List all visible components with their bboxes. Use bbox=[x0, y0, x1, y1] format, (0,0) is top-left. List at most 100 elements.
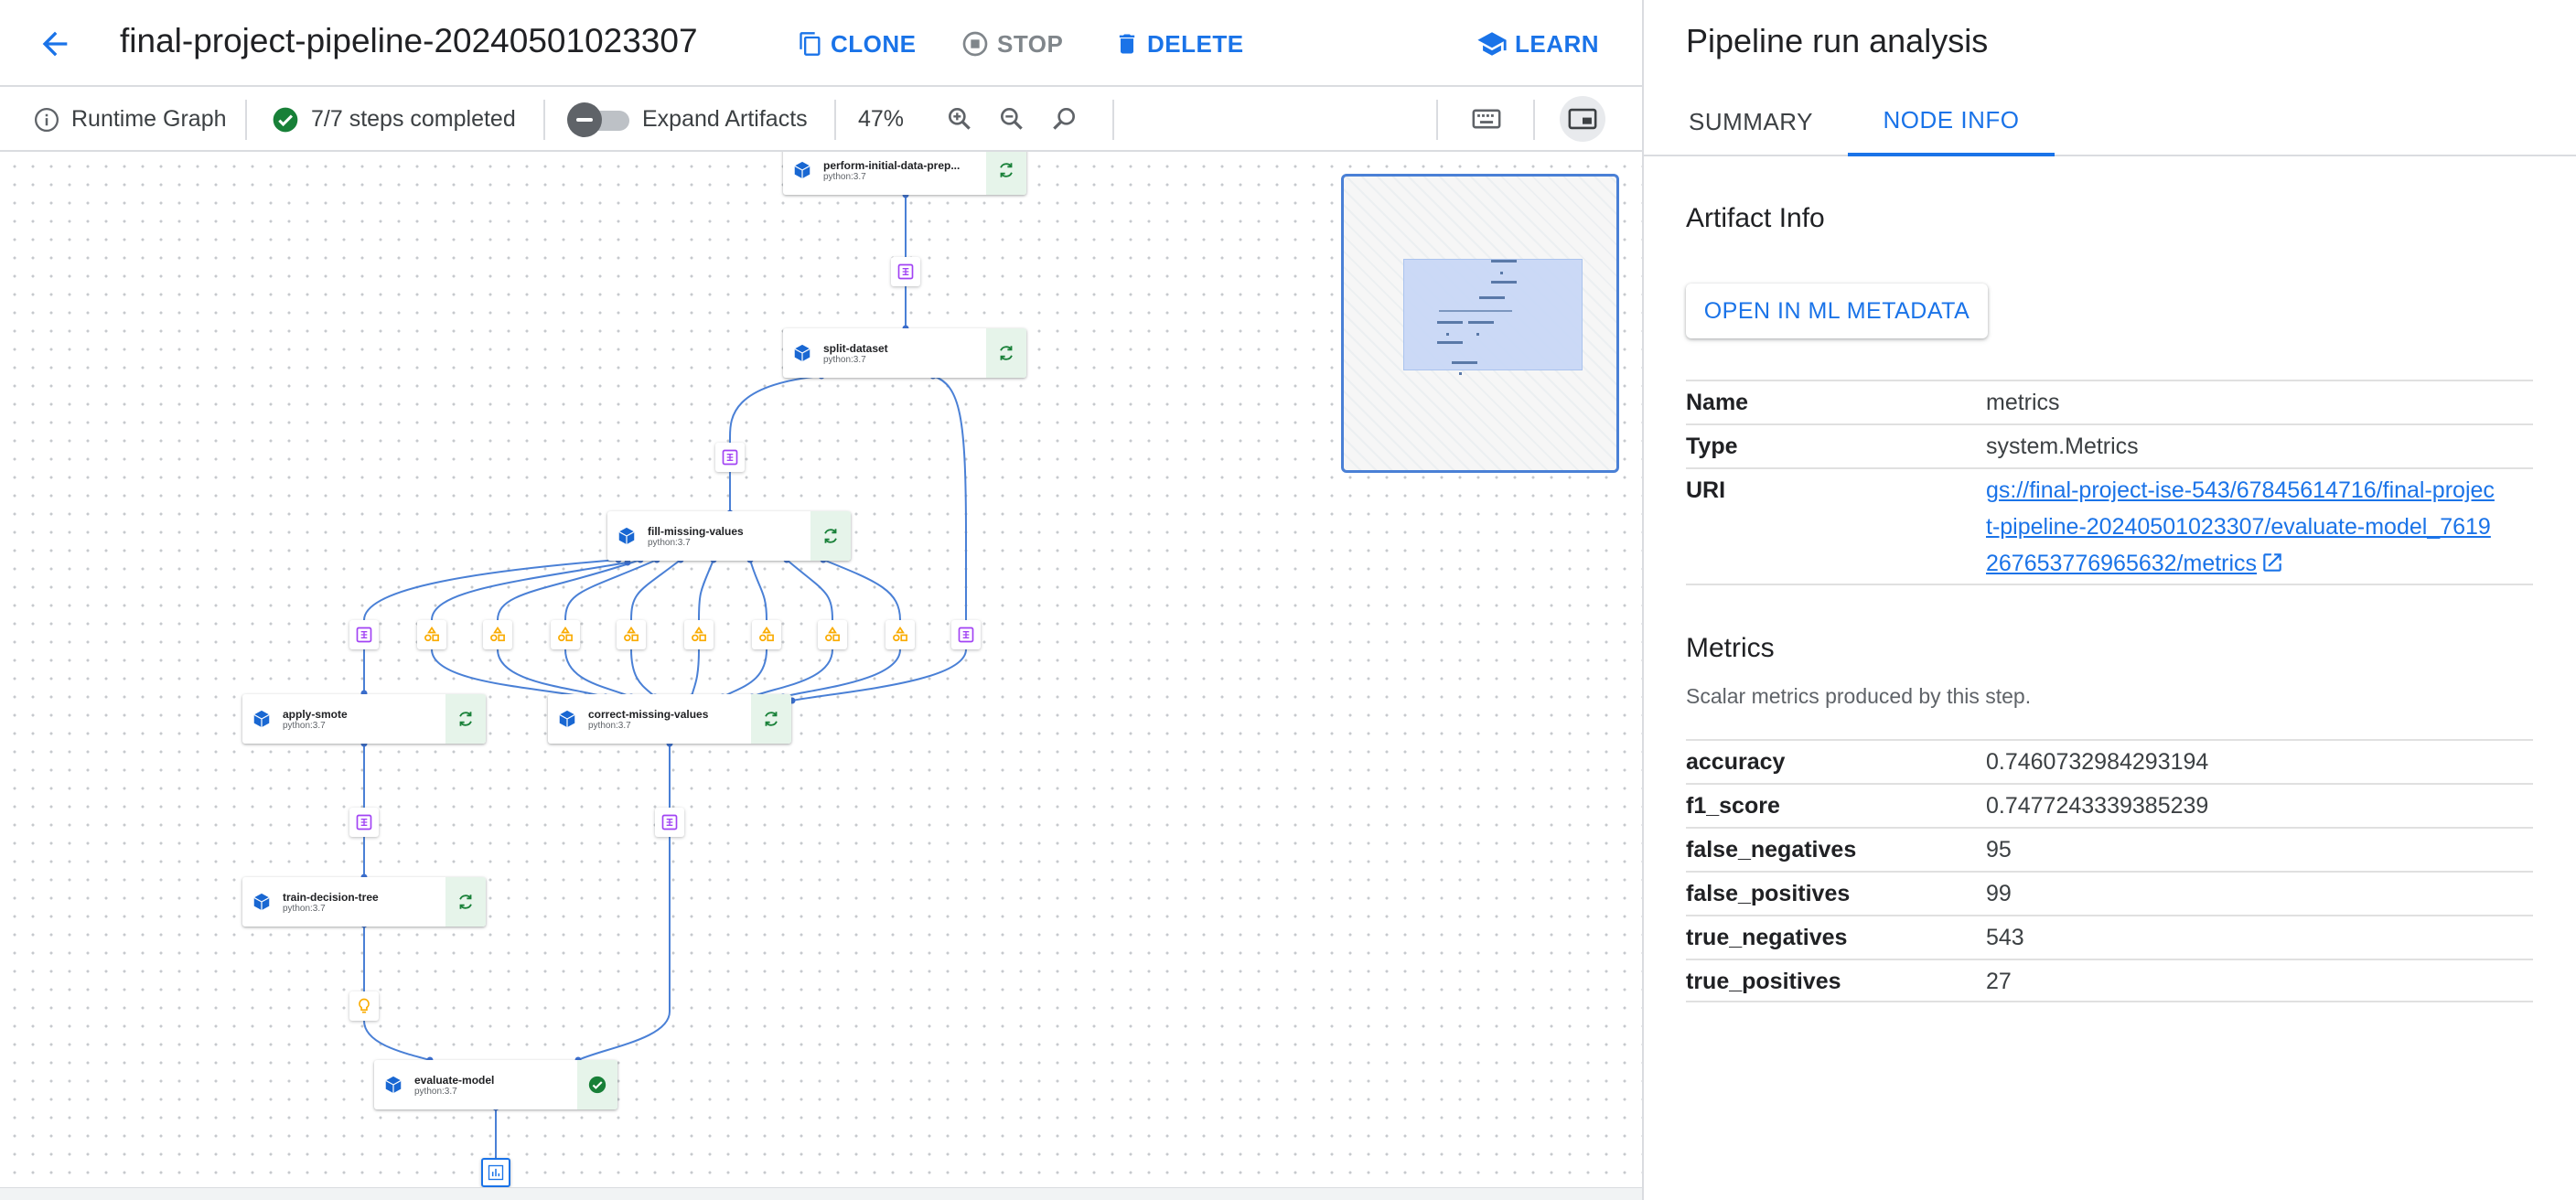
header-bar: final-project-pipeline-20240501023307 CL… bbox=[0, 0, 1642, 87]
arrow-back-icon bbox=[42, 31, 68, 57]
tab-summary[interactable]: SUMMARY bbox=[1657, 87, 1845, 156]
pipeline-node[interactable]: correct-missing-values python:3.7 bbox=[548, 694, 791, 744]
metric-key: accuracy bbox=[1686, 749, 1786, 775]
generic-artifact[interactable] bbox=[417, 620, 446, 649]
node-name: perform-initial-data-prep... bbox=[823, 158, 961, 172]
open-ml-metadata-button[interactable]: OPEN IN ML METADATA bbox=[1686, 284, 1988, 338]
dataset-artifact[interactable] bbox=[655, 808, 684, 837]
minimap-toggle-button[interactable] bbox=[1560, 96, 1605, 142]
shapes-icon bbox=[759, 626, 774, 642]
cube-icon bbox=[253, 710, 270, 728]
generic-artifact[interactable] bbox=[752, 620, 781, 649]
node-name: correct-missing-values bbox=[588, 707, 709, 721]
node-name: evaluate-model bbox=[414, 1073, 495, 1087]
artifact-key: Name bbox=[1686, 390, 1749, 415]
metric-row: accuracy 0.7460732984293194 bbox=[1686, 739, 2533, 783]
cached-icon bbox=[1000, 163, 1013, 177]
generic-artifact[interactable] bbox=[617, 620, 646, 649]
shapes-icon bbox=[692, 626, 706, 642]
expand-artifacts-toggle[interactable] bbox=[567, 102, 631, 137]
toolbar-divider bbox=[245, 100, 247, 140]
node-version: python:3.7 bbox=[823, 171, 866, 182]
artifact-key: URI bbox=[1686, 477, 1726, 503]
minimap-graph bbox=[1437, 260, 1517, 375]
pipeline-graph-canvas[interactable]: perform-initial-data-prep... python:3.7 s… bbox=[0, 152, 1642, 1200]
clone-button[interactable]: CLONE bbox=[798, 24, 917, 64]
node-name: fill-missing-values bbox=[648, 524, 744, 538]
cached-icon bbox=[765, 712, 778, 726]
dataset-artifact[interactable] bbox=[349, 620, 379, 649]
picture-in-picture-icon bbox=[1568, 108, 1597, 130]
metric-key: f1_score bbox=[1686, 793, 1780, 819]
model-artifact[interactable] bbox=[349, 991, 379, 1021]
generic-artifact[interactable] bbox=[551, 620, 580, 649]
dataset-artifact[interactable] bbox=[715, 443, 745, 472]
node-name: apply-smote bbox=[283, 707, 348, 721]
stop-button[interactable]: STOP bbox=[961, 24, 1063, 64]
cube-icon bbox=[794, 161, 810, 179]
open-in-new-icon[interactable] bbox=[2260, 551, 2284, 574]
back-button[interactable] bbox=[33, 22, 77, 66]
zoom-in-button[interactable] bbox=[937, 96, 982, 142]
runtime-graph-info[interactable]: Runtime Graph bbox=[33, 87, 227, 152]
zoom-fit-icon bbox=[1053, 108, 1075, 130]
keyboard-shortcuts-button[interactable] bbox=[1464, 96, 1509, 142]
artifact-value: metrics bbox=[1986, 390, 2060, 415]
cached-icon bbox=[459, 712, 472, 726]
runtime-graph-label: Runtime Graph bbox=[71, 106, 227, 132]
canvas-horizontal-scrollbar[interactable] bbox=[0, 1187, 1642, 1200]
delete-button[interactable]: DELETE bbox=[1114, 24, 1244, 64]
artifact-uri-link[interactable]: gs://final-project-ise-543/67845614716/f… bbox=[1986, 477, 2495, 576]
cube-icon bbox=[618, 527, 635, 545]
cached-icon bbox=[459, 895, 472, 909]
shapes-icon bbox=[424, 626, 439, 642]
node-version: python:3.7 bbox=[283, 903, 326, 914]
metric-value: 27 bbox=[1986, 969, 2012, 994]
copy-icon bbox=[800, 32, 821, 56]
pipeline-node[interactable]: fill-missing-values python:3.7 bbox=[607, 511, 851, 561]
metric-row: false_positives 99 bbox=[1686, 871, 2533, 915]
generic-artifact[interactable] bbox=[483, 620, 512, 649]
toolbar-divider bbox=[543, 100, 545, 140]
lightbulb-icon bbox=[359, 998, 370, 1013]
metrics-artifact[interactable] bbox=[481, 1158, 510, 1187]
dataset-icon bbox=[356, 627, 372, 643]
dataset-icon bbox=[958, 627, 974, 643]
pipeline-node[interactable]: evaluate-model python:3.7 bbox=[374, 1060, 617, 1109]
toolbar-divider bbox=[1533, 100, 1535, 140]
zoom-out-button[interactable] bbox=[989, 96, 1035, 142]
expand-artifacts-label: Expand Artifacts bbox=[642, 106, 808, 132]
info-icon bbox=[35, 107, 59, 132]
artifact-row-type: Type system.Metrics bbox=[1686, 423, 2533, 467]
metric-value: 543 bbox=[1986, 925, 2024, 950]
pipeline-node[interactable]: split-dataset python:3.7 bbox=[783, 328, 1026, 378]
graph-minimap[interactable] bbox=[1341, 174, 1619, 473]
zoom-reset-button[interactable] bbox=[1041, 96, 1087, 142]
dataset-artifact[interactable] bbox=[951, 620, 981, 649]
dataset-artifact[interactable] bbox=[891, 257, 920, 286]
pipeline-node[interactable]: perform-initial-data-prep... python:3.7 bbox=[783, 152, 1026, 195]
cube-icon bbox=[559, 710, 575, 728]
generic-artifact[interactable] bbox=[818, 620, 847, 649]
panel-title: Pipeline run analysis bbox=[1686, 22, 1989, 59]
toolbar-divider bbox=[1112, 100, 1114, 140]
generic-artifact[interactable] bbox=[684, 620, 714, 649]
tab-node-info[interactable]: NODE INFO bbox=[1848, 87, 2055, 156]
node-version: python:3.7 bbox=[414, 1086, 457, 1097]
dataset-artifact[interactable] bbox=[349, 808, 379, 837]
metric-key: false_negatives bbox=[1686, 837, 1857, 862]
generic-artifact[interactable] bbox=[886, 620, 915, 649]
zoom-level: 47% bbox=[858, 106, 905, 132]
dataset-icon bbox=[897, 263, 914, 280]
pipeline-node[interactable]: train-decision-tree python:3.7 bbox=[242, 877, 486, 927]
run-analysis-panel: Pipeline run analysis SUMMARY NODE INFO … bbox=[1644, 0, 2576, 1200]
pipeline-node[interactable]: apply-smote python:3.7 bbox=[242, 694, 486, 744]
zoom-in-icon bbox=[949, 108, 971, 130]
artifact-value: system.Metrics bbox=[1986, 434, 2139, 459]
learn-label: LEARN bbox=[1515, 29, 1600, 58]
metric-row: true_positives 27 bbox=[1686, 959, 2533, 1002]
steps-completed-text: 7/7 steps completed bbox=[311, 106, 516, 132]
stop-circle-icon bbox=[962, 31, 988, 57]
expand-artifacts-control[interactable]: Expand Artifacts bbox=[567, 87, 808, 152]
learn-button[interactable]: LEARN bbox=[1476, 24, 1599, 64]
